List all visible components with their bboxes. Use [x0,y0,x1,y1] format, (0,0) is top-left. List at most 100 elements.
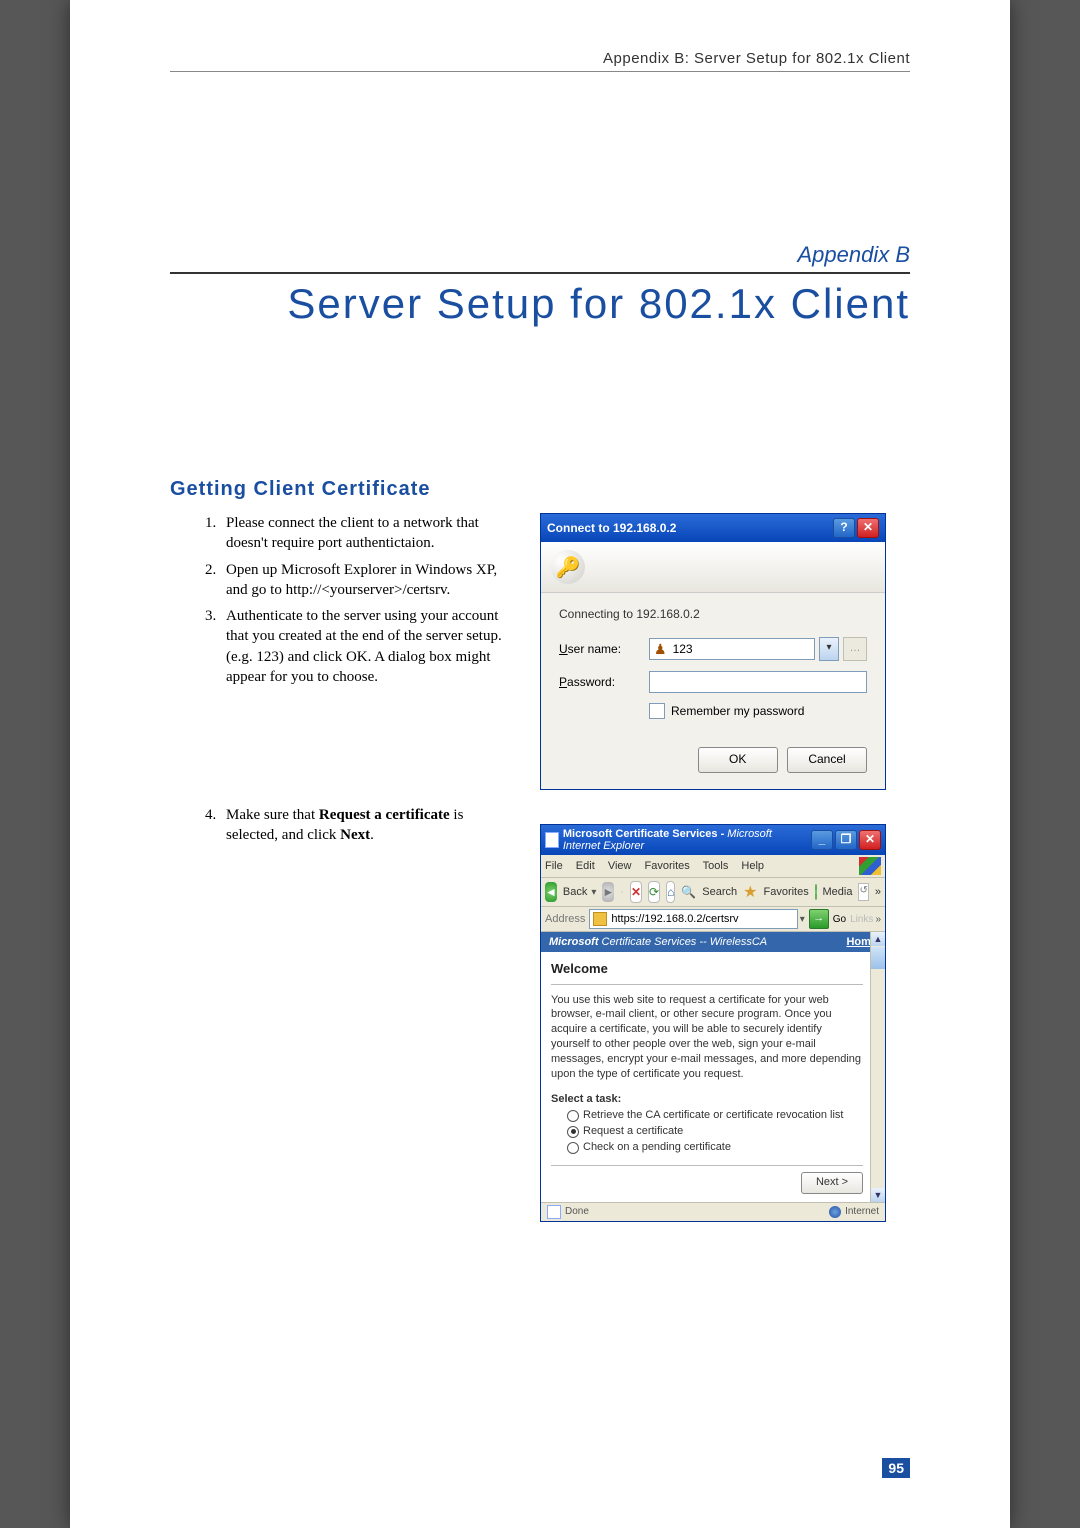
task-retrieve[interactable]: Retrieve the CA certificate or certifica… [567,1108,863,1123]
forward-button[interactable]: ► [602,882,614,902]
scroll-up-icon[interactable]: ▲ [871,932,885,946]
status-done: Done [565,1206,589,1217]
username-row: User name: ♟ 123 ▾ … [559,637,867,661]
user-icon: ♟ [654,641,667,658]
go-label: Go [833,914,846,925]
zone-globe-icon [829,1206,841,1218]
remember-label: Remember my password [671,704,804,718]
step-1: Please connect the client to a network t… [220,513,510,554]
step-4: Make sure that Request a certificate is … [220,805,510,846]
address-value: https://192.168.0.2/certsrv [611,913,738,925]
ie-window-title: Microsoft Certificate Services - Microso… [563,828,811,852]
status-zone: Internet [845,1206,879,1217]
ie-statusbar: Done Internet [541,1202,885,1221]
toolbar-overflow-icon[interactable]: » [875,886,881,898]
back-dropdown-icon[interactable]: ▾ [591,887,596,898]
step-2: Open up Microsoft Explorer in Windows XP… [220,560,510,601]
restore-button[interactable]: ❐ [835,830,857,850]
menu-edit[interactable]: Edit [576,860,595,872]
step4-bold2: Next [340,827,370,843]
chapter-title: Server Setup for 802.1x Client [170,280,910,328]
dialog-banner: 🔑 [541,542,885,593]
ie-content: ▲ ▼ Microsoft Certificate Services -- Wi… [541,932,885,1202]
home-button[interactable]: ⌂ [666,881,675,903]
username-label: User name: [559,642,649,656]
radio-retrieve[interactable] [567,1110,579,1122]
task1-label: Retrieve the CA certificate or certifica… [583,1108,843,1123]
scroll-thumb[interactable] [871,947,885,969]
menu-file[interactable]: File [545,860,563,872]
help-button[interactable]: ? [833,518,855,538]
refresh-button[interactable]: ⟳ [648,881,660,903]
section-heading: Getting Client Certificate [170,478,910,501]
ie-toolbar: ◄ Back ▾ ► · ✕ ⟳ ⌂ 🔍 Search ★ Favorites … [541,878,885,907]
step4-post: . [370,827,374,843]
username-dropdown[interactable]: ▾ [819,637,839,661]
task-pending[interactable]: Check on a pending certificate [567,1140,863,1155]
dialog-body: 🔑 Connecting to 192.168.0.2 User name: ♟… [541,542,885,789]
ok-button[interactable]: OK [698,747,778,773]
minimize-button[interactable]: _ [811,830,833,850]
close-button[interactable]: ✕ [857,518,879,538]
document-page: Appendix B: Server Setup for 802.1x Clie… [70,0,1010,1528]
task3-label: Check on a pending certificate [583,1140,731,1155]
ie-logo-icon [859,857,881,875]
links-overflow-icon[interactable]: » [875,914,881,925]
password-input[interactable] [649,671,867,693]
cancel-button[interactable]: Cancel [787,747,867,773]
task-list: Retrieve the CA certificate or certifica… [567,1108,863,1155]
certsrv-header: Microsoft Certificate Services -- Wirele… [541,932,885,952]
page-number: 95 [882,1458,910,1478]
task-request[interactable]: Request a certificate [567,1124,863,1139]
menu-tools[interactable]: Tools [703,860,729,872]
username-input[interactable]: ♟ 123 [649,638,815,660]
welcome-heading: Welcome [551,960,863,980]
select-task-label: Select a task: [551,1092,863,1107]
status-page-icon [547,1205,561,1219]
ie-title-icon [545,832,559,848]
favorites-label[interactable]: Favorites [763,886,808,898]
step-3: Authenticate to the server using your ac… [220,606,510,687]
dialog-title: Connect to 192.168.0.2 [547,521,676,535]
certsrv-brand: Microsoft Certificate Services -- Wirele… [549,936,767,948]
stop-button[interactable]: ✕ [630,881,642,903]
radio-pending[interactable] [567,1142,579,1154]
ie-close-button[interactable]: ✕ [859,830,881,850]
steps-list-cont: Make sure that Request a certificate is … [170,805,510,846]
scrollbar[interactable]: ▲ ▼ [870,932,885,1202]
radio-request[interactable] [567,1126,579,1138]
connect-dialog: Connect to 192.168.0.2 ? ✕ 🔑 Connecting … [540,513,886,790]
media-label[interactable]: Media [823,886,853,898]
address-input[interactable]: https://192.168.0.2/certsrv [589,909,797,929]
back-button[interactable]: ◄ [545,882,557,902]
scroll-down-icon[interactable]: ▼ [871,1188,885,1202]
dialog-titlebar: Connect to 192.168.0.2 ? ✕ [541,514,885,542]
screenshots-column: Connect to 192.168.0.2 ? ✕ 🔑 Connecting … [540,513,910,1222]
go-button[interactable]: → [809,909,829,929]
menu-favorites[interactable]: Favorites [645,860,690,872]
ie-window: Microsoft Certificate Services - Microso… [540,824,886,1222]
address-dropdown-icon[interactable]: ▾ [800,914,805,925]
ie-titlebar: Microsoft Certificate Services - Microso… [541,825,885,855]
lock-icon [593,912,607,926]
task2-label: Request a certificate [583,1124,683,1139]
history-button[interactable]: ↺ [858,883,868,901]
menu-view[interactable]: View [608,860,632,872]
favorites-icon[interactable]: ★ [743,882,757,902]
links-label[interactable]: Links [850,914,873,925]
ie-menubar: File Edit View Favorites Tools Help [541,855,885,878]
back-label[interactable]: Back [563,886,587,898]
next-button[interactable]: Next > [801,1172,863,1194]
certsrv-body: Welcome You use this web site to request… [541,952,885,1202]
media-icon[interactable] [815,884,817,900]
connecting-text: Connecting to 192.168.0.2 [559,607,867,621]
password-row: Password: [559,671,867,693]
browse-button[interactable]: … [843,637,867,661]
remember-row: Remember my password [649,703,867,719]
step4-pre: Make sure that [226,807,319,823]
ie-addressbar: Address https://192.168.0.2/certsrv ▾ → … [541,907,885,932]
search-label[interactable]: Search [702,886,737,898]
remember-checkbox[interactable] [649,703,665,719]
menu-help[interactable]: Help [741,860,764,872]
search-icon[interactable]: 🔍 [681,882,696,902]
